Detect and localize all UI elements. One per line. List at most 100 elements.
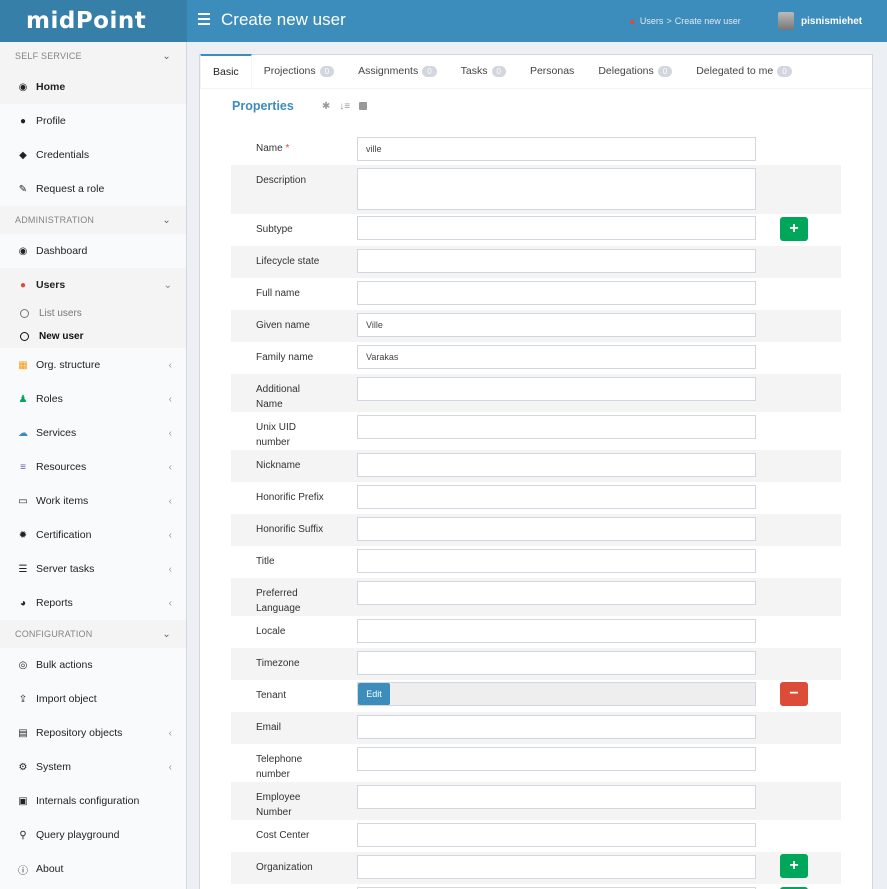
- field-label: Nickname: [256, 460, 301, 471]
- organization-input[interactable]: [357, 855, 756, 879]
- sidebar-subitem-new-user[interactable]: New user: [0, 325, 186, 348]
- add-organization-button[interactable]: +: [780, 854, 808, 878]
- name-input[interactable]: ville: [357, 137, 756, 161]
- chevron-left-icon: ‹: [168, 427, 172, 439]
- family-name-input[interactable]: Varakas: [357, 345, 756, 369]
- field-row-full-name: Full name: [231, 278, 841, 310]
- sidebar-item-resources[interactable]: ≡ Resources ‹: [0, 450, 186, 484]
- section-label: CONFIGURATION: [15, 629, 93, 639]
- unix-uid-input[interactable]: [357, 415, 756, 439]
- building-icon: ▦: [18, 359, 28, 371]
- sidebar-section-self-service[interactable]: SELF SERVICE ⌄: [0, 42, 186, 70]
- sidebar-section-administration[interactable]: ADMINISTRATION ⌄: [0, 206, 186, 234]
- sidebar-item-bulk-actions[interactable]: ◎ Bulk actions: [0, 648, 186, 682]
- chevron-left-icon: ‹: [168, 727, 172, 739]
- sidebar-item-internals-configuration[interactable]: ▣ Internals configuration: [0, 784, 186, 818]
- sidebar-item-repository-objects[interactable]: ▤ Repository objects ‹: [0, 716, 186, 750]
- sidebar-item-about[interactable]: ⓘ About: [0, 852, 186, 886]
- app-logo[interactable]: midPoint: [0, 0, 187, 42]
- timezone-input[interactable]: [357, 651, 756, 675]
- field-label: Subtype: [256, 224, 293, 235]
- field-row-nickname: Nickname: [231, 450, 841, 482]
- honorific-suffix-input[interactable]: [357, 517, 756, 541]
- field-label: Timezone: [256, 658, 300, 669]
- subtype-input[interactable]: [357, 216, 756, 240]
- given-name-input[interactable]: Ville: [357, 313, 756, 337]
- sidebar: SELF SERVICE ⌄ ◉ Home ● Profile ◆ Credential…: [0, 42, 187, 889]
- sidebar-item-roles[interactable]: ♟ Roles ‹: [0, 382, 186, 416]
- tasks-icon: ☰: [18, 563, 28, 575]
- employee-number-input[interactable]: [357, 785, 756, 809]
- sidebar-item-certification[interactable]: ✹ Certification ‹: [0, 518, 186, 552]
- preferred-language-input[interactable]: [357, 581, 756, 605]
- cost-center-input[interactable]: [357, 823, 756, 847]
- full-name-input[interactable]: [357, 281, 756, 305]
- tab-personas[interactable]: Personas: [518, 54, 586, 88]
- sidebar-item-home[interactable]: ◉ Home: [0, 70, 186, 104]
- tab-delegated-to-me[interactable]: Delegated to me 0: [684, 54, 804, 88]
- additional-name-input[interactable]: [357, 377, 756, 401]
- field-row-tenant: Tenant Edit −: [231, 680, 841, 712]
- locale-input[interactable]: [357, 619, 756, 643]
- sidebar-item-label: New user: [39, 331, 84, 342]
- certificate-icon: ✹: [18, 529, 28, 541]
- sidebar-item-label: Roles: [36, 393, 63, 405]
- menu-toggle-icon[interactable]: [198, 13, 210, 27]
- sidebar-item-query-playground[interactable]: ⚲ Query playground: [0, 818, 186, 852]
- properties-title: Properties: [232, 99, 294, 113]
- add-subtype-button[interactable]: +: [780, 217, 808, 241]
- tab-delegations[interactable]: Delegations 0: [586, 54, 684, 88]
- sidebar-item-work-items[interactable]: ▭ Work items ‹: [0, 484, 186, 518]
- honorific-prefix-input[interactable]: [357, 485, 756, 509]
- sort-icon[interactable]: ↓≡: [339, 101, 350, 112]
- field-label: Title: [256, 556, 275, 567]
- sidebar-item-reports[interactable]: ◕ Reports ‹: [0, 586, 186, 620]
- tab-basic[interactable]: Basic: [200, 54, 252, 88]
- tab-projections[interactable]: Projections 0: [252, 54, 346, 88]
- sidebar-item-profile[interactable]: ● Profile: [0, 104, 186, 138]
- sidebar-item-org-structure[interactable]: ▦ Org. structure ‹: [0, 348, 186, 382]
- sidebar-item-users[interactable]: ● Users ⌄: [0, 268, 186, 302]
- username: pisnismiehet: [801, 15, 863, 27]
- user-menu[interactable]: pisnismiehet: [778, 12, 862, 30]
- tab-tasks[interactable]: Tasks 0: [449, 54, 518, 88]
- field-label: Lifecycle state: [256, 256, 320, 267]
- sidebar-section-configuration[interactable]: CONFIGURATION ⌄: [0, 620, 186, 648]
- breadcrumb: ▲ Users > Create new user: [628, 16, 741, 26]
- sidebar-item-credentials[interactable]: ◆ Credentials: [0, 138, 186, 172]
- telephone-input[interactable]: [357, 747, 756, 771]
- title-input[interactable]: [357, 549, 756, 573]
- nickname-input[interactable]: [357, 453, 756, 477]
- email-input[interactable]: [357, 715, 756, 739]
- sidebar-item-services[interactable]: ☁ Services ‹: [0, 416, 186, 450]
- field-row-unix-uid: Unix UID number: [231, 412, 841, 450]
- breadcrumb-users[interactable]: Users: [640, 16, 664, 26]
- sidebar-item-label: Import object: [36, 693, 97, 705]
- remove-tenant-button[interactable]: −: [780, 682, 808, 706]
- sidebar-item-label: Repository objects: [36, 727, 123, 739]
- field-label: Organization: [256, 862, 313, 873]
- asterisk-icon[interactable]: ✱: [322, 101, 330, 112]
- chevron-left-icon: ‹: [168, 597, 172, 609]
- sidebar-item-dashboard[interactable]: ◉ Dashboard: [0, 234, 186, 268]
- tenant-edit-button[interactable]: Edit: [358, 683, 390, 705]
- tab-label: Projections: [263, 65, 316, 77]
- field-label: Tenant: [256, 690, 287, 701]
- circle-icon: [20, 309, 29, 318]
- user-icon: ●: [19, 279, 27, 291]
- tab-label: Delegations: [598, 65, 654, 77]
- count-badge: 0: [777, 65, 792, 77]
- sidebar-item-request-role[interactable]: ✎ Request a role: [0, 172, 186, 206]
- sidebar-item-system[interactable]: ⚙ System ‹: [0, 750, 186, 784]
- description-textarea[interactable]: [357, 168, 756, 210]
- field-label: Full name: [256, 288, 300, 299]
- sidebar-item-server-tasks[interactable]: ☰ Server tasks ‹: [0, 552, 186, 586]
- dashboard-icon: ◉: [18, 245, 28, 257]
- tab-assignments[interactable]: Assignments 0: [346, 54, 449, 88]
- sidebar-item-label: Home: [36, 81, 66, 93]
- sidebar-subitem-list-users[interactable]: List users: [0, 302, 186, 325]
- stop-icon[interactable]: [359, 102, 368, 110]
- sidebar-item-import-object[interactable]: ⇪ Import object: [0, 682, 186, 716]
- logo-text: midPoint: [26, 8, 147, 34]
- lifecycle-state-input[interactable]: [357, 249, 756, 273]
